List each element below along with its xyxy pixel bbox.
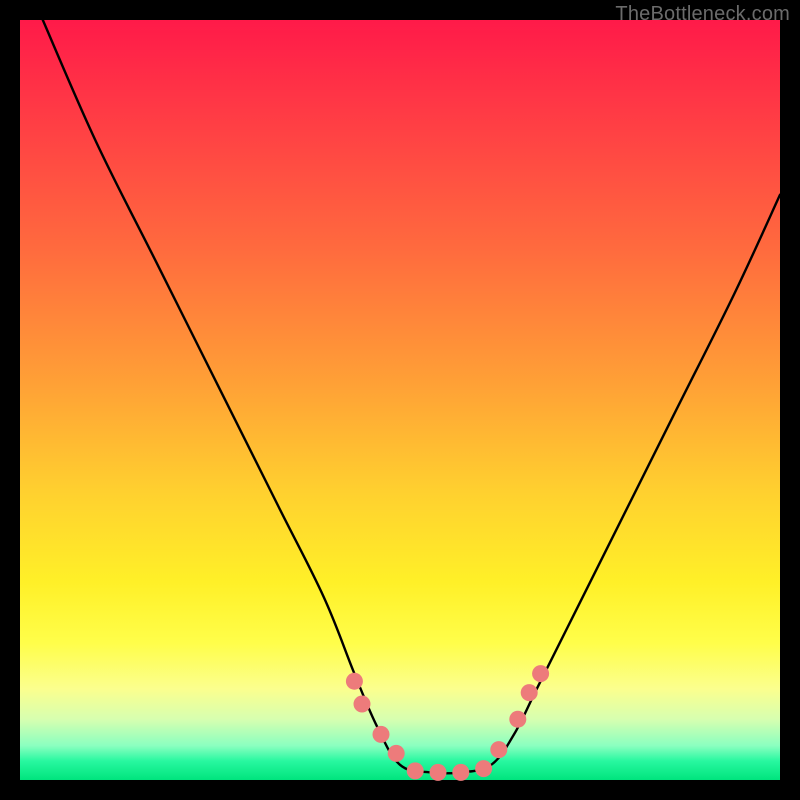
highlight-marker <box>490 741 507 758</box>
highlight-marker <box>430 764 447 781</box>
highlight-marker <box>354 696 371 713</box>
highlight-marker <box>509 711 526 728</box>
highlight-marker <box>373 726 390 743</box>
bottleneck-curve-svg <box>20 20 780 780</box>
highlight-marker <box>388 745 405 762</box>
bottleneck-curve <box>43 20 780 773</box>
highlight-marker <box>532 665 549 682</box>
highlight-marker <box>521 684 538 701</box>
highlight-marker <box>407 762 424 779</box>
highlight-marker <box>452 764 469 781</box>
highlight-marker <box>475 760 492 777</box>
chart-frame: TheBottleneck.com <box>0 0 800 800</box>
highlight-marker <box>346 673 363 690</box>
watermark-text: TheBottleneck.com <box>615 3 790 26</box>
plot-area <box>20 20 780 780</box>
